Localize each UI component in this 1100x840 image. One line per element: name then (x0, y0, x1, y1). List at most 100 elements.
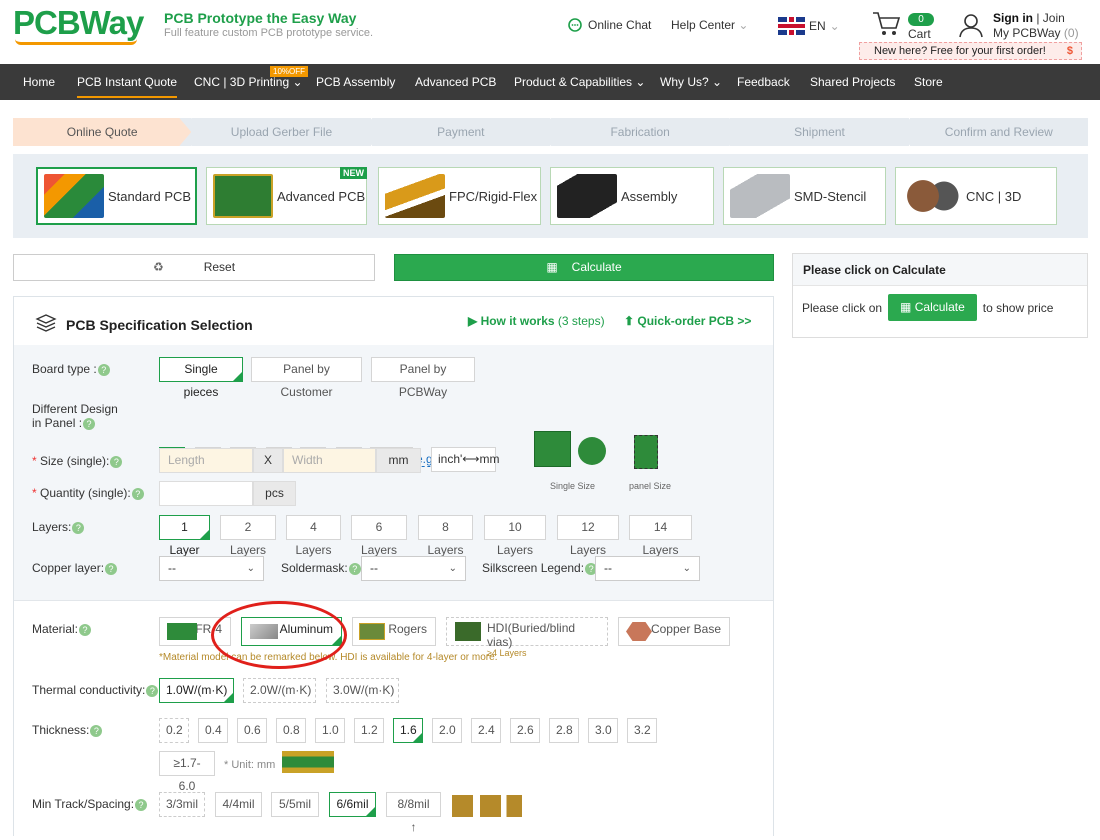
material-copper-base[interactable]: Copper Base (618, 617, 730, 646)
option-panel-by-customer[interactable]: Panel by Customer (251, 357, 362, 399)
tab-smd-stencil[interactable]: SMD-Stencil (723, 167, 886, 225)
chevron-down-icon: ⌄ (829, 19, 840, 33)
thickness-option-selected[interactable]: 1.6 (393, 718, 423, 743)
tab-cnc-3d[interactable]: CNC | 3D (895, 167, 1057, 225)
tab-advanced-pcb[interactable]: Advanced PCB NEW (206, 167, 367, 225)
help-icon[interactable]: ? (110, 455, 123, 468)
thickness-option[interactable]: 2.8 (549, 718, 579, 743)
promo-banner[interactable]: New here? Free for your first order! $ (859, 42, 1082, 60)
help-icon[interactable]: ? (83, 417, 96, 430)
nav-pcb-instant-quote[interactable]: PCB Instant Quote (77, 64, 178, 98)
track-option-3mil[interactable]: 3/3mil (159, 792, 205, 817)
calculate-button[interactable]: ▦ Calculate (394, 254, 774, 281)
tab-standard-pcb[interactable]: Standard PCB (36, 167, 197, 225)
material-hdi[interactable]: HDI(Buried/blind vias) ≥4 Layers (446, 617, 608, 658)
calculator-icon: ▦ (546, 260, 558, 274)
layer-option-8[interactable]: 8 Layers (418, 515, 473, 557)
track-option-5mil[interactable]: 5/5mil (271, 792, 319, 817)
help-icon[interactable]: ? (131, 487, 144, 500)
sign-in-link[interactable]: Sign in (993, 11, 1033, 25)
thickness-option[interactable]: 2.0 (432, 718, 462, 743)
thickness-option[interactable]: 1.2 (354, 718, 384, 743)
thickness-option[interactable]: 2.4 (471, 718, 501, 743)
nav-store[interactable]: Store (914, 64, 943, 100)
online-chat-link[interactable]: Online Chat (568, 18, 651, 32)
cart-label[interactable]: Cart (908, 27, 931, 41)
material-fr4[interactable]: FR-4 (159, 617, 231, 646)
thickness-option-extended[interactable]: ≥1.7-6.0 (159, 751, 215, 793)
quick-order-link[interactable]: ⬆ Quick-order PCB >> (624, 314, 751, 328)
fpc-image (385, 174, 445, 218)
thermal-option-1[interactable]: 1.0W/(m·K) (159, 678, 234, 703)
help-icon[interactable]: ? (72, 521, 85, 534)
width-input[interactable]: Width (283, 448, 376, 473)
nav-product-capabilities[interactable]: Product & Capabilities ⌄ (514, 64, 645, 100)
layer-option-1[interactable]: 1 Layer (159, 515, 210, 557)
thickness-option[interactable]: 0.4 (198, 718, 228, 743)
nav-advanced-pcb[interactable]: Advanced PCB (415, 64, 496, 100)
thickness-option[interactable]: 3.2 (627, 718, 657, 743)
panel-size-caption: panel Size (629, 481, 672, 491)
fr4-image (167, 623, 197, 640)
summary-calculate-button[interactable]: ▦ Calculate (888, 294, 977, 321)
help-icon[interactable]: ? (135, 798, 148, 811)
layer-option-14[interactable]: 14 Layers (629, 515, 692, 557)
calculator-icon: ▦ (900, 300, 912, 314)
thickness-option[interactable]: 0.2 (159, 718, 189, 743)
help-icon[interactable]: ? (146, 684, 159, 697)
nav-home[interactable]: Home (23, 64, 55, 100)
layer-option-2[interactable]: 2 Layers (220, 515, 276, 557)
single-size-image (534, 431, 571, 467)
soldermask-select[interactable]: -- ⌄ (361, 556, 466, 581)
help-icon[interactable]: ? (105, 562, 118, 575)
tab-fpc-rigid-flex[interactable]: FPC/Rigid-Flex (378, 167, 541, 225)
language-selector[interactable]: EN ⌄ (778, 17, 840, 35)
layer-option-12[interactable]: 12 Layers (557, 515, 619, 557)
silkscreen-select[interactable]: -- ⌄ (595, 556, 700, 581)
join-link[interactable]: Join (1043, 11, 1065, 25)
track-option-6mil[interactable]: 6/6mil (329, 792, 376, 817)
length-input[interactable]: Length (159, 448, 253, 473)
recycle-icon: ♻ (152, 260, 164, 274)
step-fabrication: Fabrication (550, 118, 729, 146)
reset-button[interactable]: ♻ Reset (13, 254, 375, 281)
nav-pcb-assembly[interactable]: PCB Assembly (316, 64, 395, 100)
nav-shared-projects[interactable]: Shared Projects (810, 64, 895, 100)
option-panel-by-pcbway[interactable]: Panel by PCBWay (371, 357, 475, 399)
new-badge: NEW (340, 167, 367, 179)
unit-toggle-button[interactable]: inch'⟷mm (431, 447, 500, 472)
help-icon[interactable]: ? (97, 363, 110, 376)
track-option-8mil[interactable]: 8/8mil ↑ (386, 792, 441, 834)
help-icon[interactable]: ? (348, 562, 361, 575)
nav-why-us[interactable]: Why Us? ⌄ (660, 64, 722, 100)
step-payment: Payment (371, 118, 550, 146)
thickness-option[interactable]: 0.8 (276, 718, 306, 743)
tab-assembly[interactable]: Assembly (550, 167, 714, 225)
layer-option-4[interactable]: 4 Layers (286, 515, 341, 557)
layer-option-6[interactable]: 6 Layers (351, 515, 407, 557)
thickness-option[interactable]: 3.0 (588, 718, 618, 743)
user-icon[interactable] (958, 12, 984, 38)
my-pcbway-link[interactable]: My PCBWay (993, 26, 1061, 40)
copper-layer-select[interactable]: -- ⌄ (159, 556, 264, 581)
material-rogers[interactable]: Rogers (352, 617, 436, 646)
material-aluminum[interactable]: Aluminum (241, 617, 342, 646)
thickness-option[interactable]: 2.6 (510, 718, 540, 743)
spec-section-basic: Board type :? Single pieces Panel by Cus… (14, 345, 773, 600)
spec-section-material: Material:? FR-4 Aluminum Rogers HDI(Buri… (14, 600, 773, 840)
thickness-option[interactable]: 0.6 (237, 718, 267, 743)
quantity-input[interactable] (159, 481, 253, 506)
thickness-option[interactable]: 1.0 (315, 718, 345, 743)
spec-title: PCB Specification Selection (66, 317, 253, 333)
nav-feedback[interactable]: Feedback (737, 64, 790, 100)
layer-option-10[interactable]: 10 Layers (484, 515, 546, 557)
option-single-pieces[interactable]: Single pieces (159, 357, 243, 399)
help-center-menu[interactable]: Help Center ⌄ (671, 18, 748, 32)
help-icon[interactable]: ? (79, 623, 92, 636)
thermal-option-2[interactable]: 2.0W/(m·K) (243, 678, 316, 703)
help-icon[interactable]: ? (90, 724, 103, 737)
track-option-4mil[interactable]: 4/4mil (215, 792, 262, 817)
thermal-option-3[interactable]: 3.0W/(m·K) (326, 678, 399, 703)
pcbway-logo[interactable]: PCBWay (13, 4, 144, 45)
how-it-works-link[interactable]: ▶ How it works (3 steps) (468, 314, 605, 328)
